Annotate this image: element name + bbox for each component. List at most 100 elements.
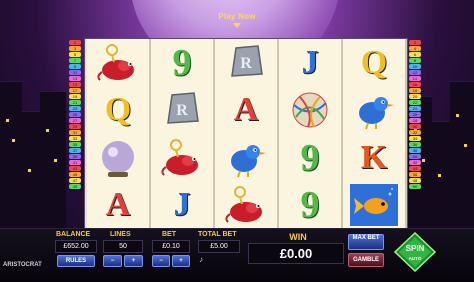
- payline-marker: 34: [409, 136, 421, 141]
- payline-marker: 49: [69, 184, 81, 189]
- payline-marker: 5: [69, 52, 81, 57]
- bet-value: £0.10: [152, 240, 190, 253]
- payline-marker: 35: [69, 142, 81, 147]
- win-label: WIN: [289, 232, 307, 242]
- payline-marker: 18: [409, 88, 421, 93]
- payline-marker: 33: [69, 136, 81, 141]
- payline-marker: 30: [409, 124, 421, 129]
- svg-text:R: R: [176, 102, 188, 119]
- mouse-clock-icon: [87, 39, 149, 86]
- payline-marker: 27: [69, 118, 81, 123]
- payline-marker: 29: [69, 124, 81, 129]
- lines-plus-button[interactable]: +: [124, 255, 143, 267]
- payline-marker: 1: [69, 40, 81, 45]
- reel-4: J 9 9: [279, 39, 343, 229]
- total-bet-label: TOTAL BET: [198, 231, 237, 238]
- goldfish-icon: [343, 182, 405, 229]
- payline-marker: 32: [409, 130, 421, 135]
- symbol-q: Q: [104, 91, 132, 128]
- balance-value: £652.00: [55, 240, 97, 253]
- payline-marker: 12: [409, 70, 421, 75]
- total-bet-value: £5.00: [198, 240, 240, 253]
- payline-marker: 6: [409, 52, 421, 57]
- rules-button[interactable]: RULES: [57, 255, 95, 267]
- payline-marker: 21: [69, 100, 81, 105]
- payline-marker: 20: [409, 94, 421, 99]
- lines-value: 50: [103, 240, 143, 253]
- mouse-clock-icon: [151, 134, 213, 181]
- payline-marker: 40: [409, 154, 421, 159]
- mouse-clock-icon: [215, 182, 277, 229]
- payline-marker: 3: [69, 46, 81, 51]
- payline-marker: 45: [69, 172, 81, 177]
- play-now-arrow-icon: [233, 23, 241, 28]
- payline-marker: 9: [69, 64, 81, 69]
- symbol-q: Q: [360, 43, 388, 81]
- win-value: £0.00: [248, 243, 344, 264]
- reel-3: RA: [215, 39, 279, 229]
- payline-marker: 28: [409, 118, 421, 123]
- payline-marker: 47: [69, 178, 81, 183]
- symbol-a: A: [105, 186, 131, 223]
- max-bet-button[interactable]: MAX BET: [348, 234, 384, 250]
- bet-plus-button[interactable]: +: [172, 255, 190, 267]
- payline-marker: 36: [409, 142, 421, 147]
- symbol-nine: 9: [300, 136, 320, 179]
- payline-marker: 43: [69, 166, 81, 171]
- bet-minus-button[interactable]: −: [152, 255, 170, 267]
- reel-grid: QA 9RJ RA J99 QK: [84, 38, 408, 230]
- reel-5: QK: [343, 39, 407, 229]
- bluebird-icon: [215, 134, 277, 181]
- symbol-a: A: [233, 91, 259, 128]
- payline-marker: 14: [409, 76, 421, 81]
- payline-marker: 37: [69, 148, 81, 153]
- bet-label: BET: [162, 231, 176, 238]
- payline-marker: 31: [69, 130, 81, 135]
- payline-markers-right: 2 4 6 8 10 12 14 16 18 20 22 24 26 28 30 32 34 36 38 40 42 44…: [408, 40, 422, 190]
- payline-marker: 25: [69, 112, 81, 117]
- payline-marker: 7: [69, 58, 81, 63]
- payline-marker: 10: [409, 64, 421, 69]
- symbol-j: J: [301, 43, 319, 81]
- crystal-ball-icon: [87, 134, 149, 181]
- payline-marker: 15: [69, 82, 81, 87]
- symbol-k: K: [360, 138, 388, 176]
- payline-marker: 44: [409, 166, 421, 171]
- symbol-nine: 9: [300, 184, 320, 226]
- payline-marker: 16: [409, 82, 421, 87]
- payline-marker: 4: [409, 46, 421, 51]
- payline-marker: 41: [69, 160, 81, 165]
- svg-text:R: R: [240, 55, 252, 72]
- payline-markers-left: 1 3 5 7 9 11 13 15 17 19 21 23 25 27 29 31 33 35 37 39 41 43 4…: [68, 40, 82, 190]
- reel-2: 9 R J: [151, 39, 215, 229]
- reel-1: QA: [87, 39, 151, 229]
- auto-label[interactable]: AUTO: [409, 256, 422, 261]
- spin-button[interactable]: SPIN AUTO: [394, 232, 436, 272]
- payline-marker: 13: [69, 76, 81, 81]
- symbol-nine: 9: [172, 41, 192, 84]
- lines-label: LINES: [110, 231, 131, 238]
- rock-block-icon: R: [151, 87, 213, 134]
- spin-label: SPIN: [406, 244, 425, 253]
- symbol-j: J: [173, 186, 191, 223]
- payline-marker: 11: [69, 70, 81, 75]
- play-now-label[interactable]: Play Now: [215, 12, 259, 21]
- payline-marker: 50: [409, 184, 421, 189]
- yarn-ball-icon: [279, 87, 341, 134]
- payline-marker: 8: [409, 58, 421, 63]
- payline-marker: 2: [409, 40, 421, 45]
- lines-minus-button[interactable]: −: [103, 255, 122, 267]
- game-screen: Play Now 1 3 5 7 9 11 13 15 17 19 21 23 25 27 29 31 33 35…: [0, 0, 474, 282]
- payline-marker: 19: [69, 94, 81, 99]
- rock-block-icon: R: [215, 39, 277, 86]
- payline-marker: 46: [409, 172, 421, 177]
- sound-icon[interactable]: ♪: [199, 255, 203, 264]
- bluebird-icon: [343, 87, 405, 134]
- payline-marker: 38: [409, 148, 421, 153]
- balance-label: BALANCE: [56, 231, 91, 238]
- city-skyline-left: [0, 72, 70, 232]
- payline-marker: 22: [409, 100, 421, 105]
- gamble-button[interactable]: GAMBLE: [348, 253, 384, 267]
- payline-marker: 48: [409, 178, 421, 183]
- aristocrat-logo: ARISTOCRAT: [3, 262, 42, 268]
